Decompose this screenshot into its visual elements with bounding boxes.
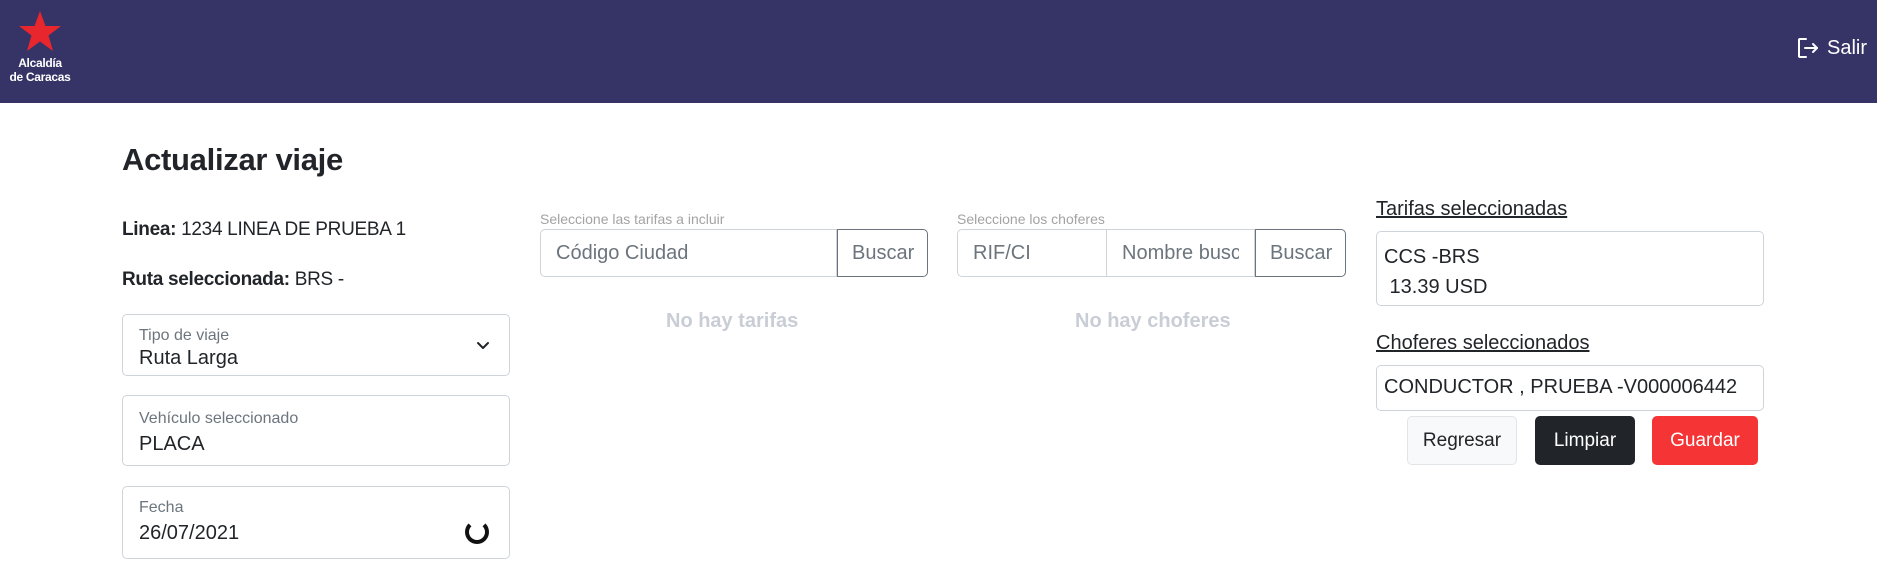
linea-label: Linea: — [122, 219, 177, 240]
tarifas-search-button[interactable]: Buscar — [837, 229, 928, 277]
linea-value: 1234 LINEA DE PRUEBA 1 — [181, 219, 406, 240]
rif-ci-input[interactable] — [957, 229, 1107, 277]
choferes-search-button[interactable]: Buscar — [1255, 229, 1346, 277]
tipo-viaje-select[interactable]: Tipo de viaje Ruta Larga — [122, 314, 510, 376]
chofer-item: CONDUCTOR , PRUEBA -V000006442 — [1384, 376, 1738, 398]
vehiculo-field[interactable]: Vehículo seleccionado PLACA — [122, 395, 510, 466]
choferes-empty-message: No hay choferes — [1075, 310, 1231, 332]
limpiar-button[interactable]: Limpiar — [1535, 416, 1635, 465]
guardar-button[interactable]: Guardar — [1652, 416, 1758, 465]
tarifas-search-label: Seleccione las tarifas a incluir — [540, 211, 725, 227]
ruta-label: Ruta seleccionada: — [122, 269, 290, 290]
regresar-button[interactable]: Regresar — [1407, 416, 1517, 465]
choferes-search-label: Seleccione los choferes — [957, 211, 1105, 227]
tarifas-seleccionadas-title: Tarifas seleccionadas — [1376, 198, 1568, 220]
choferes-search-group: Buscar — [957, 229, 1346, 277]
linea-info: Linea: 1234 LINEA DE PRUEBA 1 — [122, 219, 406, 241]
logout-label: Salir — [1826, 36, 1867, 59]
tarifas-search-group: Buscar — [540, 229, 928, 277]
logout-button[interactable]: Salir — [1796, 36, 1867, 60]
nombre-input[interactable] — [1107, 229, 1255, 277]
tipo-viaje-label: Tipo de viaje — [139, 327, 230, 344]
tarifa-item-price: 13.39 USD — [1384, 276, 1488, 298]
tarifa-item-route: CCS -BRS — [1384, 246, 1480, 268]
logo-text-line1: Alcaldía — [18, 56, 62, 70]
vehiculo-value: PLACA — [139, 433, 205, 455]
star-icon — [19, 11, 61, 51]
tarifas-seleccionadas-box: CCS -BRS 13.39 USD — [1376, 231, 1764, 306]
ruta-value: BRS - — [294, 269, 344, 290]
fecha-label: Fecha — [139, 499, 184, 516]
chevron-down-icon — [477, 342, 489, 349]
ruta-info: Ruta seleccionada: BRS - — [122, 269, 344, 291]
tipo-viaje-value: Ruta Larga — [139, 347, 238, 369]
tarifas-empty-message: No hay tarifas — [666, 310, 799, 332]
choferes-seleccionados-title: Choferes seleccionados — [1376, 332, 1590, 354]
top-navbar: Alcaldía de Caracas Salir — [0, 0, 1877, 103]
codigo-ciudad-input[interactable] — [540, 229, 837, 277]
logo-text-line2: de Caracas — [9, 70, 71, 84]
loading-spinner-icon — [465, 520, 489, 544]
logout-icon — [1797, 38, 1818, 58]
vehiculo-label: Vehículo seleccionado — [139, 410, 299, 427]
page-title: Actualizar viaje — [122, 142, 343, 177]
alcaldia-logo[interactable]: Alcaldía de Caracas — [5, 10, 75, 84]
choferes-seleccionados-box: CONDUCTOR , PRUEBA -V000006442 — [1376, 365, 1764, 411]
fecha-field[interactable]: Fecha 26/07/2021 — [122, 486, 510, 559]
fecha-value: 26/07/2021 — [139, 522, 240, 544]
